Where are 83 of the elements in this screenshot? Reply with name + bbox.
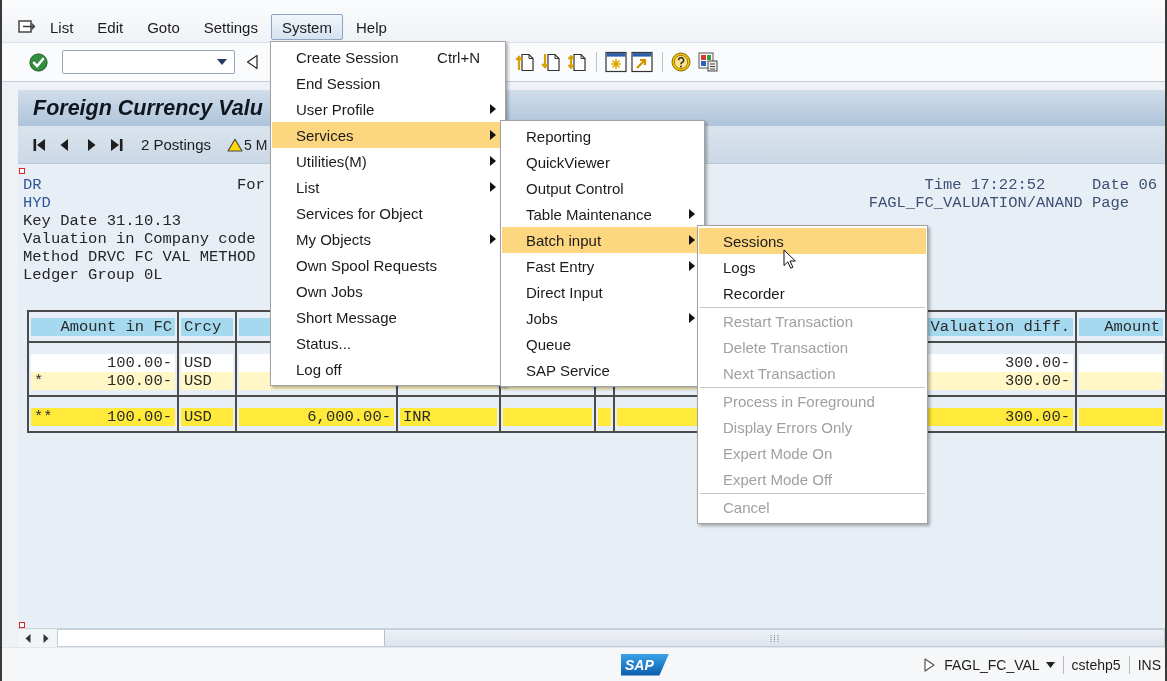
menu-item[interactable]: End Session — [272, 70, 504, 96]
back-icon[interactable] — [246, 54, 258, 70]
cell-text: 100.00- — [106, 408, 172, 426]
menu-bar-item[interactable]: Help — [344, 14, 398, 40]
menu-bar-item[interactable]: Edit — [86, 14, 135, 40]
menu-item[interactable]: QuickViewer — [502, 149, 703, 175]
menu-bar-item[interactable]: List — [39, 14, 85, 40]
page-label: Page — [1091, 194, 1130, 212]
report-time: Time 17:22:52 — [923, 176, 1046, 194]
menu-item[interactable]: Create Session Ctrl+N — [272, 44, 504, 70]
window-sparkle-icon[interactable] — [605, 51, 627, 73]
window-title: Foreign Currency Valu — [33, 95, 263, 121]
table-cell: USD — [181, 354, 233, 372]
report-date: Date 06 — [1091, 176, 1157, 194]
report-line: Method DRVC FC VAL METHOD — [23, 248, 256, 266]
column-header: Amount in FC — [31, 318, 175, 336]
table-cell: USD — [181, 372, 233, 390]
server-name: cstehp5 — [1071, 656, 1121, 673]
triangle-right-icon[interactable] — [924, 657, 936, 672]
row-marker: ** — [34, 408, 53, 426]
menu-item[interactable]: Utilities(M) — [272, 148, 504, 174]
help-icon[interactable] — [671, 52, 691, 72]
menu-bar-item[interactable]: Goto — [136, 14, 191, 40]
report-line: Key Date 31.10.13 — [23, 212, 182, 230]
scroll-right-icon[interactable] — [43, 633, 49, 643]
table-cell: USD — [181, 408, 233, 426]
report-program: FAGL_FC_VALUATION/ANAND — [868, 194, 1083, 212]
report-line: HYD — [23, 194, 51, 212]
report-title-fragment: For — [236, 176, 265, 194]
shortcut-text: Ctrl+N — [437, 48, 480, 66]
menu-item[interactable]: Recorder — [699, 280, 926, 306]
row-marker: * — [34, 372, 44, 390]
menu-item[interactable]: Status... — [272, 330, 504, 356]
column-header: Crcy — [181, 318, 233, 336]
dropdown-caret-icon[interactable] — [217, 59, 227, 65]
report-line: DR — [23, 176, 42, 194]
input-mode: INS — [1137, 656, 1161, 673]
menu-item[interactable]: Table Maintenance — [502, 201, 703, 227]
document-arrow-down-icon[interactable] — [541, 52, 560, 72]
triangle-left-icon[interactable] — [60, 137, 68, 152]
scroll-left-icon[interactable] — [25, 633, 31, 643]
colored-squares-icon[interactable] — [698, 52, 718, 72]
column-header: Amount — [1079, 318, 1163, 336]
menu-item[interactable]: Output Control — [502, 175, 703, 201]
menu-item[interactable]: Services for Object — [272, 200, 504, 226]
warning-icon — [227, 137, 244, 152]
document-arrow-up-icon[interactable] — [515, 52, 534, 72]
menu-bar-item[interactable]: System — [270, 14, 343, 40]
triangle-right-icon[interactable] — [88, 137, 96, 152]
corner-marker-icon — [19, 622, 25, 628]
table-cell — [598, 408, 611, 426]
menu-item[interactable]: Short Message — [272, 304, 504, 330]
transaction-code: FAGL_FC_VAL — [944, 656, 1040, 673]
mouse-pointer-icon — [783, 249, 796, 269]
menu-item[interactable]: Reporting — [502, 123, 703, 149]
postings-count: 2 Postings — [141, 136, 212, 153]
menu-item[interactable]: My Objects — [272, 226, 504, 252]
menu-item[interactable]: List — [272, 174, 504, 200]
menu-item[interactable]: Own Spool Requests — [272, 252, 504, 278]
grip-icon — [770, 633, 779, 643]
table-cell: 100.00- — [31, 354, 175, 372]
menu-item[interactable]: User Profile — [272, 96, 504, 122]
menu-item[interactable]: Logs — [699, 254, 926, 280]
scrollbar-thumb[interactable] — [384, 630, 1164, 646]
command-field[interactable] — [62, 50, 235, 74]
menu-item[interactable]: Own Jobs — [272, 278, 504, 304]
report-line: Valuation in Company code — [23, 230, 256, 248]
skip-forward-icon[interactable] — [111, 137, 123, 152]
messages-count: 5 M — [244, 136, 268, 153]
menu-item[interactable]: Log off — [272, 356, 504, 382]
menu-item[interactable]: Sessions — [699, 228, 926, 254]
menu-bar-item[interactable]: Settings — [192, 14, 269, 40]
document-arrows-icon[interactable] — [567, 52, 586, 72]
menu-icon[interactable] — [18, 19, 36, 35]
corner-marker-icon — [19, 168, 25, 174]
cell-text: 100.00- — [106, 372, 172, 390]
skip-back-icon[interactable] — [33, 137, 45, 152]
dropdown-caret-icon[interactable] — [1045, 661, 1055, 668]
logo: SAP — [621, 653, 669, 676]
table-cell: INR — [400, 408, 497, 426]
report-line: Ledger Group 0L — [23, 266, 163, 284]
table-cell: 6,000.00- — [239, 408, 394, 426]
check-circle-icon[interactable] — [29, 52, 48, 72]
